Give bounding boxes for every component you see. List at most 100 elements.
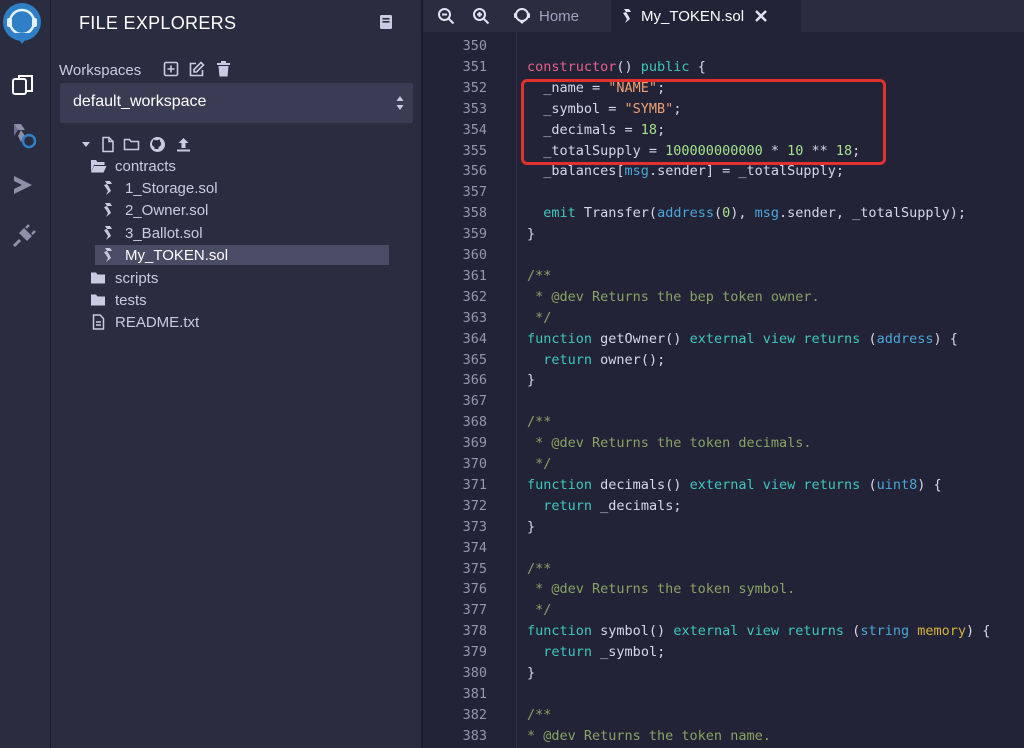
solidity-compiler-icon[interactable] <box>8 120 38 150</box>
remix-home-icon <box>513 7 531 25</box>
workspaces-label: Workspaces <box>59 62 142 79</box>
solidity-icon <box>99 180 117 196</box>
plugin-manager-icon[interactable] <box>8 222 38 252</box>
line-number: 373 <box>462 518 487 535</box>
line-number: 356 <box>462 163 487 180</box>
panel-title: FILE EXPLORERS <box>79 13 237 33</box>
file-explorer-icon[interactable] <box>8 70 38 100</box>
file-my-token-selected[interactable]: My_TOKEN.sol <box>95 245 389 265</box>
file-text-icon <box>89 314 107 330</box>
line-number: 355 <box>462 142 487 159</box>
code-line[interactable]: */ <box>527 310 551 326</box>
rename-workspace-icon[interactable] <box>188 61 206 79</box>
new-file-icon[interactable] <box>101 136 118 153</box>
code-line[interactable]: */ <box>527 602 551 618</box>
code-line[interactable]: * @dev Returns the token name. <box>527 728 771 744</box>
line-number: 358 <box>462 205 487 222</box>
workspace-select[interactable]: default_workspace <box>60 83 413 123</box>
code-line[interactable]: /** <box>527 268 551 284</box>
line-number: 359 <box>462 226 487 243</box>
workspace-select-value: default_workspace <box>73 93 207 110</box>
code-line[interactable]: function symbol() external view returns … <box>527 623 990 639</box>
close-tab-icon[interactable] <box>754 9 768 23</box>
code-line[interactable]: function getOwner() external view return… <box>527 331 958 347</box>
github-icon[interactable] <box>149 136 166 153</box>
code-line[interactable]: } <box>527 226 535 242</box>
tree-item-label: 1_Storage.sol <box>125 179 218 197</box>
code-line[interactable]: /** <box>527 414 551 430</box>
folder-open-icon <box>89 158 107 174</box>
code-line[interactable]: function decimals() external view return… <box>527 477 942 493</box>
code-line[interactable]: _balances[msg.sender] = _totalSupply; <box>527 163 844 179</box>
code-line[interactable]: /** <box>527 561 551 577</box>
folder-contracts[interactable]: contracts <box>89 156 389 176</box>
code-line[interactable]: * @dev Returns the bep token owner. <box>527 289 819 305</box>
line-number: 372 <box>462 497 487 514</box>
file-explorer-panel: FILE EXPLORERS Workspaces default_worksp… <box>51 0 421 748</box>
select-arrows-icon <box>396 95 404 116</box>
deploy-run-icon[interactable] <box>8 170 38 200</box>
line-number: 367 <box>462 393 487 410</box>
code-line[interactable]: return _symbol; <box>527 644 665 660</box>
remix-logo-icon[interactable] <box>0 0 46 46</box>
file-readme[interactable]: README.txt <box>89 312 389 332</box>
tab-home[interactable]: Home <box>513 0 609 32</box>
line-number: 364 <box>462 330 487 347</box>
line-number: 378 <box>462 623 487 640</box>
line-number-gutter: 350 351 352 353 354 355 356 357 358 359 360 361 362 3… <box>423 32 518 748</box>
file-3-ballot[interactable]: 3_Ballot.sol <box>99 223 389 243</box>
create-workspace-icon[interactable] <box>163 61 181 79</box>
code-line[interactable]: } <box>527 519 535 535</box>
tree-item-label: 3_Ballot.sol <box>125 224 203 242</box>
line-number: 354 <box>462 121 487 138</box>
line-number: 368 <box>462 414 487 431</box>
code-editor[interactable]: 350 351 352 353 354 355 356 357 358 359 360 361 362 3… <box>423 32 1024 748</box>
line-number: 363 <box>462 309 487 326</box>
code-line[interactable]: * @dev Returns the token symbol. <box>527 581 795 597</box>
file-1-storage[interactable]: 1_Storage.sol <box>99 178 389 198</box>
code-line[interactable]: } <box>527 372 535 388</box>
line-number: 374 <box>462 539 487 556</box>
tree-item-label: scripts <box>115 269 159 287</box>
new-folder-icon[interactable] <box>123 136 140 153</box>
code-line[interactable]: */ <box>527 456 551 472</box>
folder-scripts[interactable]: scripts <box>89 268 389 288</box>
line-number: 383 <box>462 727 487 744</box>
code-line[interactable]: /** <box>527 707 551 723</box>
line-number: 366 <box>462 372 487 389</box>
folder-icon <box>89 270 107 286</box>
code-line[interactable]: } <box>527 665 535 681</box>
tab-my-token[interactable]: My_TOKEN.sol <box>611 0 801 32</box>
code-line[interactable]: return _decimals; <box>527 498 681 514</box>
delete-workspace-icon[interactable] <box>216 61 234 79</box>
line-number: 377 <box>462 602 487 619</box>
tree-item-label: contracts <box>115 157 176 175</box>
docs-book-icon[interactable] <box>378 14 394 35</box>
line-number: 376 <box>462 581 487 598</box>
file-2-owner[interactable]: 2_Owner.sol <box>99 200 389 220</box>
solidity-icon <box>99 225 117 241</box>
code-line[interactable]: emit Transfer(address(0), msg.sender, _t… <box>527 205 966 221</box>
folder-tests[interactable]: tests <box>89 290 389 310</box>
tab-active-label: My_TOKEN.sol <box>641 7 745 25</box>
tab-home-label: Home <box>539 7 580 25</box>
code-line[interactable]: * @dev Returns the token decimals. <box>527 435 811 451</box>
line-number: 370 <box>462 456 487 472</box>
zoom-out-icon[interactable] <box>437 7 455 25</box>
gutter-divider <box>516 32 517 748</box>
line-number: 369 <box>462 435 487 452</box>
line-number: 362 <box>462 288 487 305</box>
code-line[interactable]: constructor() public { <box>527 59 706 75</box>
upload-icon[interactable] <box>176 136 193 153</box>
caret-down-icon[interactable] <box>81 136 91 153</box>
line-number: 381 <box>462 685 487 702</box>
line-number: 382 <box>462 706 487 723</box>
line-number: 371 <box>462 476 487 493</box>
zoom-in-icon[interactable] <box>472 7 490 25</box>
line-number: 353 <box>462 100 487 117</box>
code-line[interactable]: return owner(); <box>527 352 665 368</box>
line-number: 360 <box>462 247 487 263</box>
folder-icon <box>89 292 107 308</box>
solidity-icon <box>99 202 117 218</box>
line-number: 379 <box>462 644 487 661</box>
